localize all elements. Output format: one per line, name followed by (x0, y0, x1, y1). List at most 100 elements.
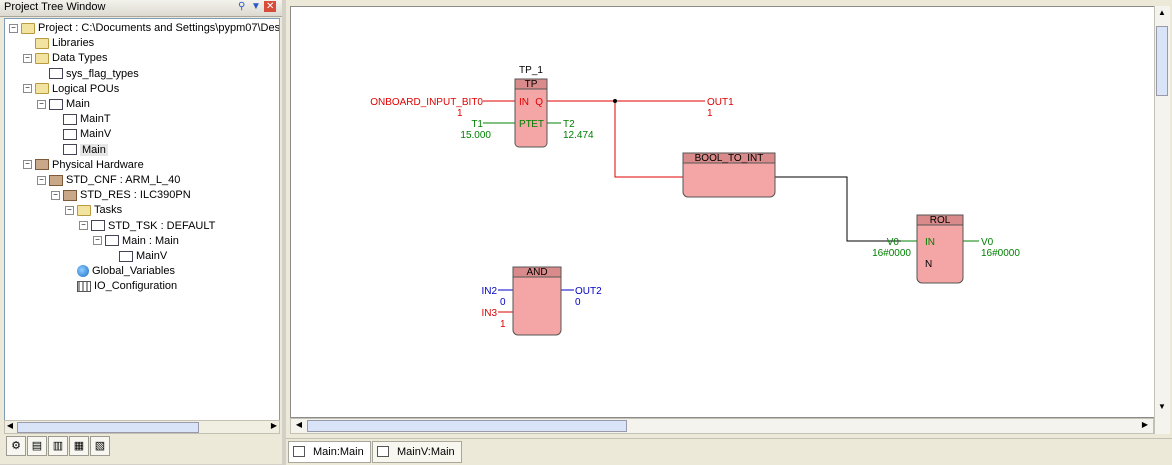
project-tree[interactable]: − Project : C:\Documents and Settings\pyp… (4, 18, 280, 422)
tree-node-label: Logical POUs (52, 82, 120, 95)
dropdown-icon[interactable]: ▼ (251, 1, 261, 12)
tree-node-label: Data Types (52, 52, 108, 65)
scroll-down-icon[interactable]: ▼ (1156, 402, 1168, 414)
edit-wizard-tab-icon[interactable]: ▤ (27, 436, 47, 456)
instance-tree-tab-icon[interactable]: ▦ (69, 436, 89, 456)
scroll-up-icon[interactable]: ▲ (1156, 8, 1168, 20)
collapse-toggle-icon[interactable]: − (37, 99, 46, 109)
rol-in-variable[interactable]: V0 (887, 237, 900, 248)
and-out-value: 0 (575, 297, 581, 308)
scroll-right-icon[interactable]: ▶ (1139, 420, 1151, 432)
tp-pin-pt: PT (519, 119, 532, 130)
collapse-toggle-icon[interactable]: − (23, 160, 32, 170)
tree-node-label: Project : C:\Documents and Settings\pypm… (38, 22, 280, 34)
tree-node[interactable]: − Tasks (65, 203, 122, 218)
project-tree-titlebar: Project Tree Window ⚲ ▼ ✕ (0, 0, 282, 17)
tab-label: MainV:Main (397, 446, 455, 458)
conv-to-rol-wire (775, 176, 917, 242)
close-icon[interactable]: ✕ (264, 1, 277, 12)
collapse-toggle-icon[interactable]: − (51, 190, 60, 200)
canvas-horizontal-scrollbar[interactable]: ◀ ▶ (290, 418, 1154, 434)
tree-node[interactable]: sys_flag_types (37, 67, 139, 82)
tp-pin-q: Q (535, 97, 543, 108)
collapse-toggle-icon[interactable]: − (9, 23, 18, 33)
tp-et-variable[interactable]: T2 (563, 119, 575, 130)
and-in1-variable[interactable]: IN2 (481, 286, 497, 297)
collapse-toggle-icon[interactable]: − (65, 205, 74, 215)
tree-node[interactable]: Main (51, 143, 108, 158)
project-tree-bottom-tabs: ⚙ ▤ ▥ ▦ ▧ (4, 436, 278, 460)
tree-node[interactable]: − Physical Hardware (23, 158, 144, 173)
tree-node[interactable]: − STD_RES : ILC390PN (51, 188, 191, 203)
tp-in-variable[interactable]: ONBOARD_INPUT_BIT0 (370, 97, 483, 108)
tp-to-conv-wire (614, 101, 683, 178)
tree-node[interactable]: MainT (51, 112, 111, 127)
project-folder-icon (21, 22, 35, 34)
tree-node[interactable]: Libraries (23, 36, 94, 51)
tab-label: Main:Main (313, 446, 364, 458)
vertical-scroll-thumb[interactable] (1156, 26, 1168, 96)
tp-pt-variable[interactable]: T1 (471, 119, 483, 130)
rol-out-variable[interactable]: V0 (981, 237, 994, 248)
fbd-canvas[interactable]: TP_1 TP IN Q PT ET ONBOARD_INPUT_BIT0 1 … (290, 6, 1156, 418)
scroll-right-icon[interactable]: ▶ (269, 421, 279, 431)
tree-node-label: Main : Main (122, 234, 179, 247)
collapse-toggle-icon[interactable]: − (79, 221, 88, 231)
tree-node-label: STD_TSK : DEFAULT (108, 219, 216, 232)
collapse-toggle-icon[interactable]: − (37, 175, 46, 185)
rol-pin-in: IN (925, 237, 935, 248)
canvas-vertical-scrollbar[interactable]: ▲ ▼ (1154, 6, 1170, 434)
rol-type-label: ROL (930, 215, 951, 226)
tp-q-value: 1 (707, 108, 713, 119)
tree-node-label: STD_CNF : ARM_L_40 (66, 174, 181, 186)
tp-et-value: 12.474 (563, 130, 594, 141)
and-out-variable[interactable]: OUT2 (575, 286, 602, 297)
scroll-left-icon[interactable]: ◀ (293, 420, 305, 432)
horizontal-scroll-thumb[interactable] (307, 420, 627, 432)
tree-node-label: Tasks (94, 204, 123, 217)
tree-node[interactable]: − Data Types (23, 51, 107, 66)
collapse-toggle-icon[interactable]: − (93, 236, 102, 246)
hardware-folder-icon (49, 174, 63, 186)
tree-node[interactable]: − Logical POUs (23, 82, 119, 97)
and-type-label: AND (526, 267, 547, 278)
tree-node[interactable]: Global_Variables (65, 264, 175, 279)
collapse-toggle-icon[interactable]: − (23, 84, 32, 94)
tab-main-main[interactable]: Main:Main (288, 441, 371, 463)
tree-node[interactable]: − Main : Main (93, 234, 179, 249)
task-icon (105, 235, 119, 247)
tp-q-variable[interactable]: OUT1 (707, 97, 734, 108)
rol-out-value: 16#0000 (981, 248, 1020, 259)
project-tree-tab-icon[interactable]: ⚙ (6, 436, 26, 456)
tp-pt-value: 15.000 (460, 130, 491, 141)
and-in2-variable[interactable]: IN3 (481, 308, 497, 319)
tree-horizontal-scrollbar[interactable]: ◀ ▶ (4, 420, 280, 434)
hardware-folder-icon (63, 189, 77, 201)
tab-mainv-main[interactable]: MainV:Main (372, 441, 462, 463)
libraries-tab-icon[interactable]: ▥ (48, 436, 68, 456)
io-config-icon (77, 280, 91, 292)
and-in2-value: 1 (500, 319, 506, 330)
and-in1-value: 0 (500, 297, 506, 308)
tree-node[interactable]: MainV (107, 249, 167, 264)
message-tab-icon[interactable]: ▧ (90, 436, 110, 456)
variables-icon (377, 446, 389, 457)
collapse-toggle-icon[interactable]: − (23, 53, 32, 63)
tree-node[interactable]: − STD_CNF : ARM_L_40 (37, 173, 180, 188)
info-icon (63, 113, 77, 125)
tree-node[interactable]: − STD_TSK : DEFAULT (79, 219, 215, 234)
tree-node-label: sys_flag_types (66, 67, 139, 80)
tree-node-label: Main (66, 98, 90, 110)
tree-node[interactable]: − Main (37, 97, 90, 112)
scroll-left-icon[interactable]: ◀ (5, 421, 15, 431)
tree-node-label: Physical Hardware (52, 158, 144, 171)
tree-node-label: STD_RES : ILC390PN (80, 189, 191, 202)
pin-icon[interactable]: ⚲ (238, 1, 245, 12)
tp-in-value: 1 (457, 108, 463, 119)
hardware-folder-icon (35, 159, 49, 171)
tree-node[interactable]: MainV (51, 127, 111, 142)
folder-icon (35, 83, 49, 95)
tree-node[interactable]: − Project : C:\Documents and Settings\pyp… (9, 21, 280, 36)
tree-node[interactable]: IO_Configuration (65, 279, 177, 294)
scrollbar-thumb[interactable] (17, 422, 199, 433)
